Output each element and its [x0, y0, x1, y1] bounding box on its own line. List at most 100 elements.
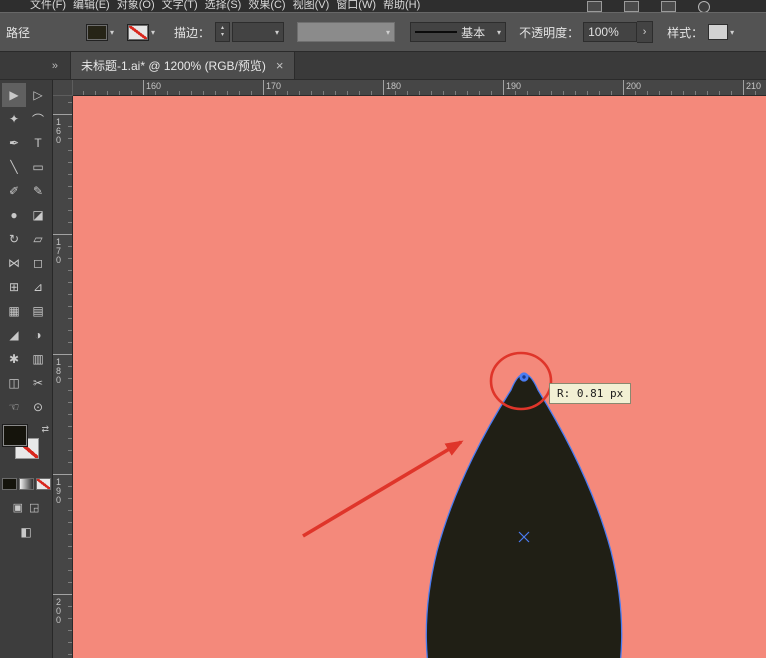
ruler-left-label: 2 0 0 — [56, 598, 61, 625]
none-button[interactable] — [36, 478, 51, 490]
menu-edit[interactable]: 编辑(E) — [73, 0, 110, 9]
stroke-weight-combo[interactable]: ▾ — [232, 22, 284, 42]
stroke-weight-label: 描边： — [174, 24, 210, 41]
blend-tool[interactable]: ◑ — [26, 323, 50, 347]
stroke-weight-stepper[interactable]: ▴ ▾ — [215, 22, 230, 42]
document-tab[interactable]: 未标题-1.ai* @ 1200% (RGB/预览) × — [70, 52, 295, 79]
menu-select[interactable]: 选择(S) — [205, 0, 242, 9]
drawing-mode-buttons: ▣ ◲ — [0, 501, 52, 514]
style-control[interactable]: ▾ — [708, 24, 734, 40]
ruler-top-label: 170 — [266, 81, 281, 91]
caret-down-icon: ▾ — [151, 28, 155, 37]
fill-color-control[interactable]: ▾ — [86, 24, 114, 41]
canvas[interactable]: R: 0.81 px — [73, 96, 766, 658]
corner-widget-center — [522, 375, 525, 378]
swap-fill-stroke-icon[interactable]: ⇄ — [41, 424, 49, 435]
artboard-tool[interactable]: ◫ — [2, 371, 26, 395]
document-area: 160170180190200210 1 6 01 7 01 8 01 9 02… — [53, 80, 766, 658]
direct-selection-tool[interactable]: ▷ — [26, 83, 50, 107]
zoom-tool[interactable]: ⊙ — [26, 395, 50, 419]
width-tool[interactable]: ⋈ — [2, 251, 26, 275]
eraser-tool[interactable]: ◪ — [26, 203, 50, 227]
brush-definition-combo[interactable]: 基本 ▾ — [410, 22, 506, 42]
fill-indicator[interactable] — [3, 425, 27, 446]
chevron-right-icon: › — [643, 26, 647, 38]
scale-tool[interactable]: ▱ — [26, 227, 50, 251]
hand-tool[interactable]: ☜ — [2, 395, 26, 419]
rectangle-tool[interactable]: ▭ — [26, 155, 50, 179]
corner-radius-tooltip: R: 0.81 px — [549, 383, 631, 404]
ruler-top-label: 210 — [746, 81, 761, 91]
menubar-right — [587, 1, 710, 12]
ruler-left-label: 1 6 0 — [56, 118, 61, 145]
menu-view[interactable]: 视图(V) — [293, 0, 330, 9]
screen-mode-icon: ◧ — [20, 525, 31, 539]
brush-definition-value: 基本 — [461, 24, 493, 41]
gradient-tool[interactable]: ▤ — [26, 299, 50, 323]
ruler-left-label: 1 9 0 — [56, 478, 61, 505]
free-transform-tool[interactable]: ◻ — [26, 251, 50, 275]
menu-items: 文件(F) 编辑(E) 对象(O) 文字(T) 选择(S) 效果(C) 视图(V) 窗口(W)… — [30, 0, 427, 12]
lasso-tool[interactable]: ⌒ — [26, 107, 50, 131]
illustrator-window: 文件(F) 编辑(E) 对象(O) 文字(T) 选择(S) 效果(C) 视图(V) 窗口(W)… — [0, 0, 766, 658]
gradient-button[interactable] — [19, 478, 34, 490]
ruler-origin-corner[interactable] — [53, 80, 73, 96]
magic-wand-tool[interactable]: ✦ — [2, 107, 26, 131]
stroke-swatch[interactable] — [127, 24, 149, 41]
caret-down-icon: ▾ — [730, 28, 734, 37]
menu-window[interactable]: 窗口(W) — [336, 0, 376, 9]
menu-type[interactable]: 文字(T) — [162, 0, 198, 9]
menu-effect[interactable]: 效果(C) — [248, 0, 285, 9]
ruler-top-label: 200 — [626, 81, 641, 91]
arrange-documents-icon[interactable] — [587, 1, 602, 12]
pencil-tool[interactable]: ✎ — [26, 179, 50, 203]
panels-icon[interactable] — [661, 1, 676, 12]
collapse-panel-icon[interactable]: » — [52, 60, 58, 72]
workspace-switcher-icon[interactable] — [624, 1, 639, 12]
color-mode-buttons — [0, 478, 52, 490]
tab-bar: » 未标题-1.ai* @ 1200% (RGB/预览) × — [0, 52, 766, 80]
ruler-top[interactable]: 160170180190200210 — [73, 80, 766, 96]
variable-width-combo[interactable]: ▾ — [297, 22, 395, 42]
app-home-icon[interactable] — [698, 1, 710, 12]
pen-tool[interactable]: ✒ — [2, 131, 26, 155]
stepper-down-icon[interactable]: ▾ — [221, 32, 224, 39]
menu-file[interactable]: 文件(F) — [30, 0, 66, 9]
mesh-tool[interactable]: ▦ — [2, 299, 26, 323]
main-area: ▶▷✦⌒✒T╲▭✐✎●◪↻▱⋈◻⊞⊿▦▤◢◑✱▥◫✂☜⊙ ⇄ ▣ ◲ ◧ — [0, 80, 766, 658]
color-button[interactable] — [2, 478, 17, 490]
opacity-flyout-button[interactable]: › — [637, 21, 653, 43]
draw-behind-icon[interactable]: ◲ — [29, 501, 39, 514]
control-bar: 路径 ▾ ▾ 描边： ▴ ▾ ▾ ▾ 基本 ▾ 不透明度： 10 — [0, 12, 766, 52]
ruler-left[interactable]: 1 6 01 7 01 8 01 9 02 0 0 — [53, 96, 73, 658]
draw-normal-icon[interactable]: ▣ — [13, 501, 23, 514]
document-tab-title: 未标题-1.ai* @ 1200% (RGB/预览) — [81, 57, 266, 74]
ruler-top-label: 180 — [386, 81, 401, 91]
menu-object[interactable]: 对象(O) — [117, 0, 155, 9]
ruler-top-label: 190 — [506, 81, 521, 91]
selection-tool[interactable]: ▶ — [2, 83, 26, 107]
stroke-color-control[interactable]: ▾ — [127, 24, 155, 41]
style-swatch[interactable] — [708, 24, 728, 40]
shape-builder-tool[interactable]: ⊞ — [2, 275, 26, 299]
column-graph-tool[interactable]: ▥ — [26, 347, 50, 371]
paintbrush-tool[interactable]: ✐ — [2, 179, 26, 203]
stroke-line-sample — [415, 31, 457, 33]
ruler-left-label: 1 8 0 — [56, 358, 61, 385]
symbol-sprayer-tool[interactable]: ✱ — [2, 347, 26, 371]
opacity-combo[interactable]: 100% — [583, 22, 637, 42]
rotate-tool[interactable]: ↻ — [2, 227, 26, 251]
artboard-background — [73, 96, 766, 658]
slice-tool[interactable]: ✂ — [26, 371, 50, 395]
screen-mode-button[interactable]: ◧ — [0, 525, 52, 539]
line-segment-tool[interactable]: ╲ — [2, 155, 26, 179]
fill-swatch[interactable] — [86, 24, 108, 41]
menu-help[interactable]: 帮助(H) — [383, 0, 420, 9]
type-tool[interactable]: T — [26, 131, 50, 155]
close-tab-icon[interactable]: × — [276, 58, 284, 73]
stepper-up-icon[interactable]: ▴ — [221, 25, 224, 32]
perspective-grid-tool[interactable]: ⊿ — [26, 275, 50, 299]
eyedropper-tool[interactable]: ◢ — [2, 323, 26, 347]
blob-brush-tool[interactable]: ● — [2, 203, 26, 227]
opacity-label: 不透明度： — [519, 24, 579, 41]
